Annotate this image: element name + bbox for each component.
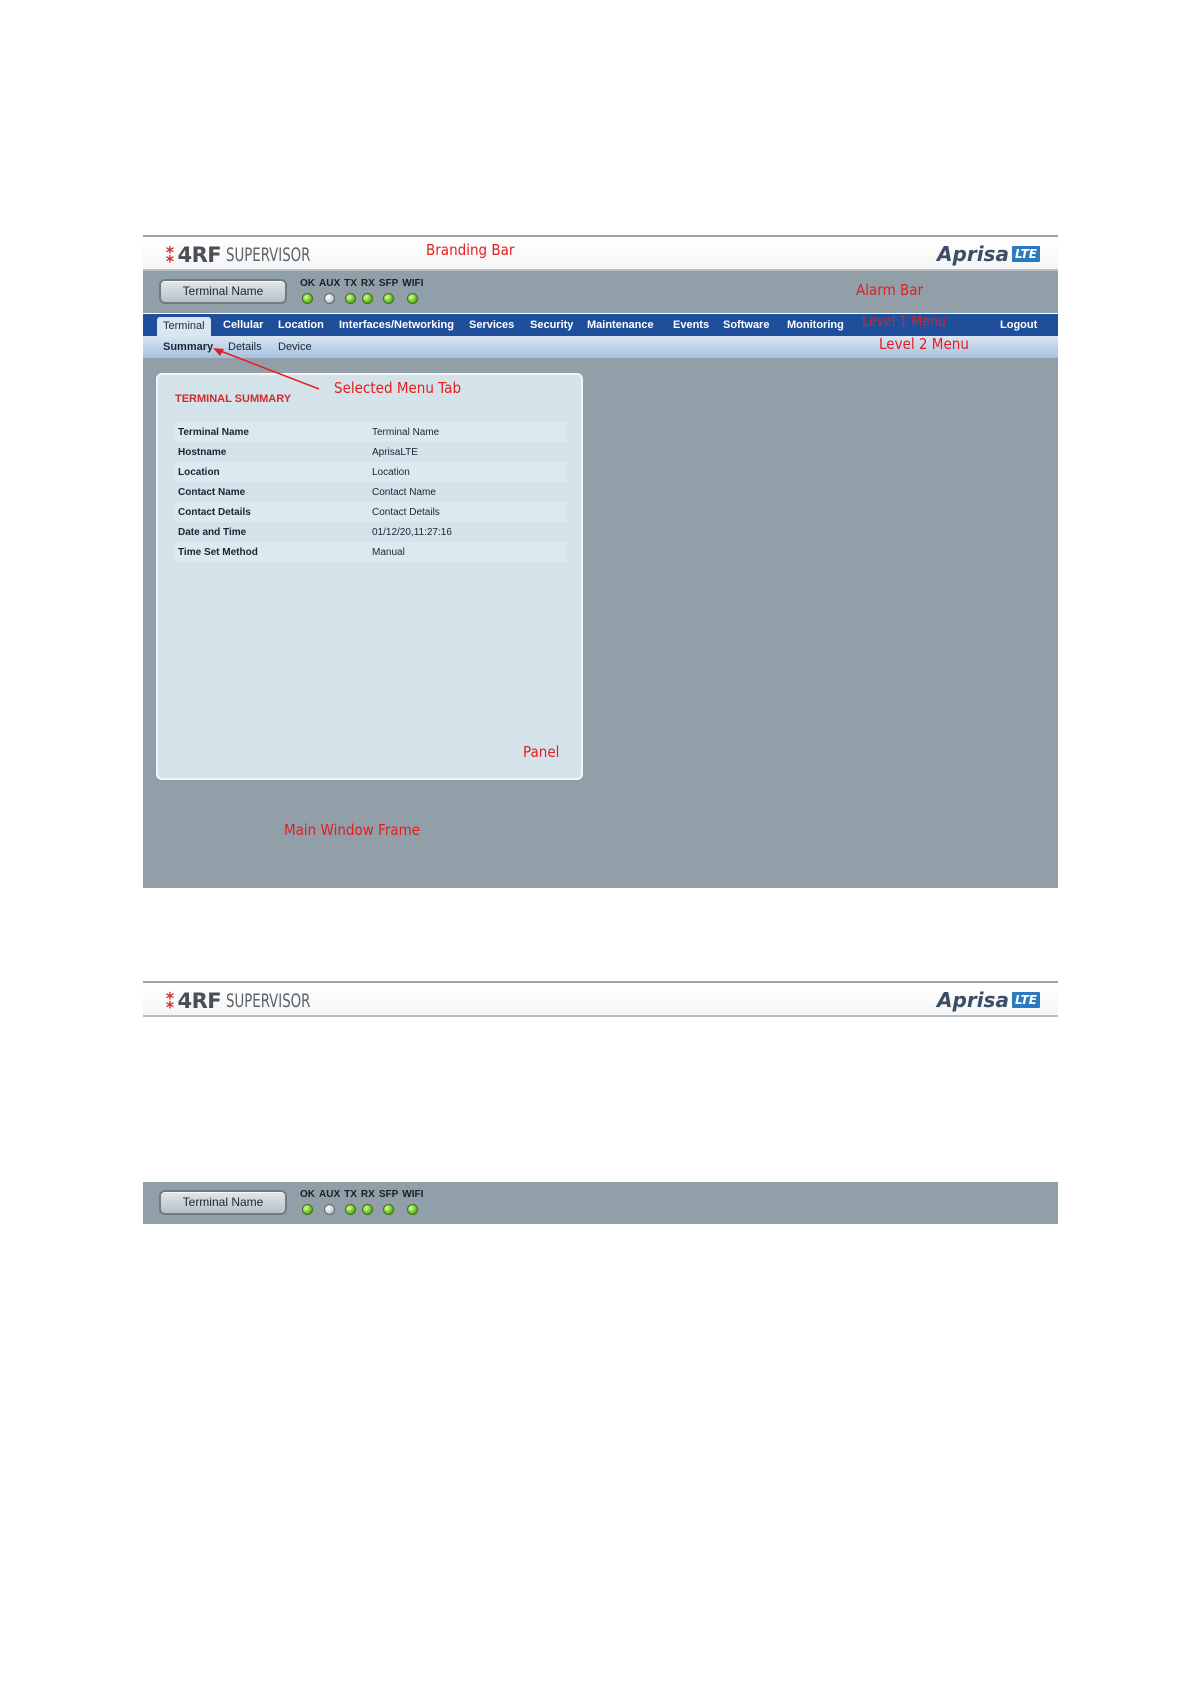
led-aux[interactable]: AUX (319, 1188, 340, 1215)
4rf-supervisor-logo: ⁑ 4RF SUPERVISOR (165, 989, 334, 1013)
led-label: TX (344, 1189, 357, 1200)
4rf-logo-icon: ⁑ (165, 989, 176, 1013)
led-sfp-icon (383, 1204, 395, 1215)
alarm-led-group: OK AUX TX RX SFP WIFI (300, 1188, 427, 1215)
led-sfp[interactable]: SFP (379, 1188, 398, 1215)
led-label: OK (300, 1189, 315, 1200)
company-logo-text: 4RF (177, 989, 222, 1013)
product-logo-text: SUPERVISOR (226, 990, 311, 1012)
led-wifi-icon (407, 1204, 419, 1215)
led-tx-icon (345, 1204, 357, 1215)
led-rx-icon (362, 1204, 374, 1215)
led-label: AUX (319, 1189, 341, 1200)
terminal-name-button[interactable]: Terminal Name (159, 1190, 287, 1215)
branding-bar-example: ⁑ 4RF SUPERVISOR Aprisa LTE (143, 981, 1058, 1017)
selected-tab-arrow-icon (213, 348, 320, 390)
led-label: RX (360, 1189, 375, 1200)
aprisa-logo-text: Aprisa (937, 988, 1009, 1012)
lte-badge: LTE (1011, 992, 1040, 1008)
led-ok-icon (302, 1204, 313, 1215)
led-ok[interactable]: OK (300, 1188, 315, 1215)
led-tx[interactable]: TX (344, 1188, 357, 1215)
led-rx[interactable]: RX (361, 1188, 375, 1215)
led-label: WIFI (402, 1189, 424, 1200)
aprisa-lte-logo: Aprisa LTE (937, 988, 1040, 1012)
led-aux-icon (324, 1204, 336, 1215)
led-wifi[interactable]: WIFI (402, 1188, 423, 1215)
led-label: SFP (378, 1189, 399, 1200)
arrow-line (217, 349, 320, 390)
alarm-bar-example: Terminal Name OK AUX TX RX SFP WIFI (143, 1182, 1058, 1224)
